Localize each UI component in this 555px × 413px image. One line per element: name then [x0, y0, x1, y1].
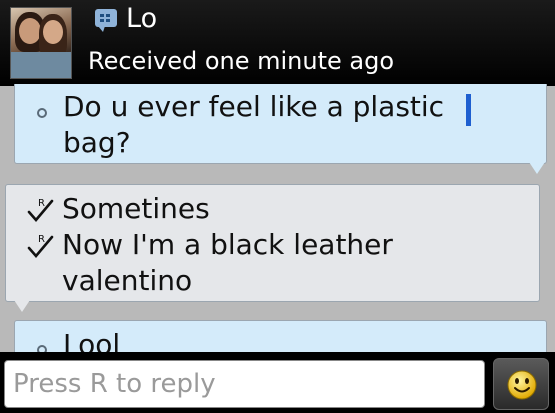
- received-status: Received one minute ago: [88, 47, 395, 75]
- svg-text:R: R: [38, 234, 45, 245]
- emoticon-button[interactable]: [493, 358, 549, 410]
- bubble-tail: [529, 162, 545, 174]
- conversation-header: Lo Received one minute ago: [0, 0, 555, 86]
- smiley-icon: [507, 370, 537, 400]
- read-receipt-icon: R: [27, 234, 54, 258]
- text-cursor: [466, 94, 471, 126]
- message-text-continued: bag?: [63, 126, 131, 159]
- message-text-continued: valentino: [62, 264, 193, 297]
- bubble-tail: [14, 300, 30, 312]
- contact-avatar[interactable]: [10, 7, 72, 79]
- contact-name: Lo: [126, 3, 158, 34]
- reply-input[interactable]: [4, 360, 485, 408]
- message-text: Now I'm a black leather: [62, 228, 393, 261]
- message-text: Do u ever feel like a plastic: [63, 90, 445, 123]
- unread-bullet-icon: [37, 108, 47, 118]
- message-bubble-outgoing[interactable]: R Sometines R Now I'm a black leather va…: [5, 184, 540, 302]
- read-receipt-icon: R: [27, 198, 54, 222]
- svg-text:R: R: [38, 198, 45, 209]
- bbm-chat-icon: [95, 9, 117, 32]
- message-text: Sometines: [62, 192, 210, 225]
